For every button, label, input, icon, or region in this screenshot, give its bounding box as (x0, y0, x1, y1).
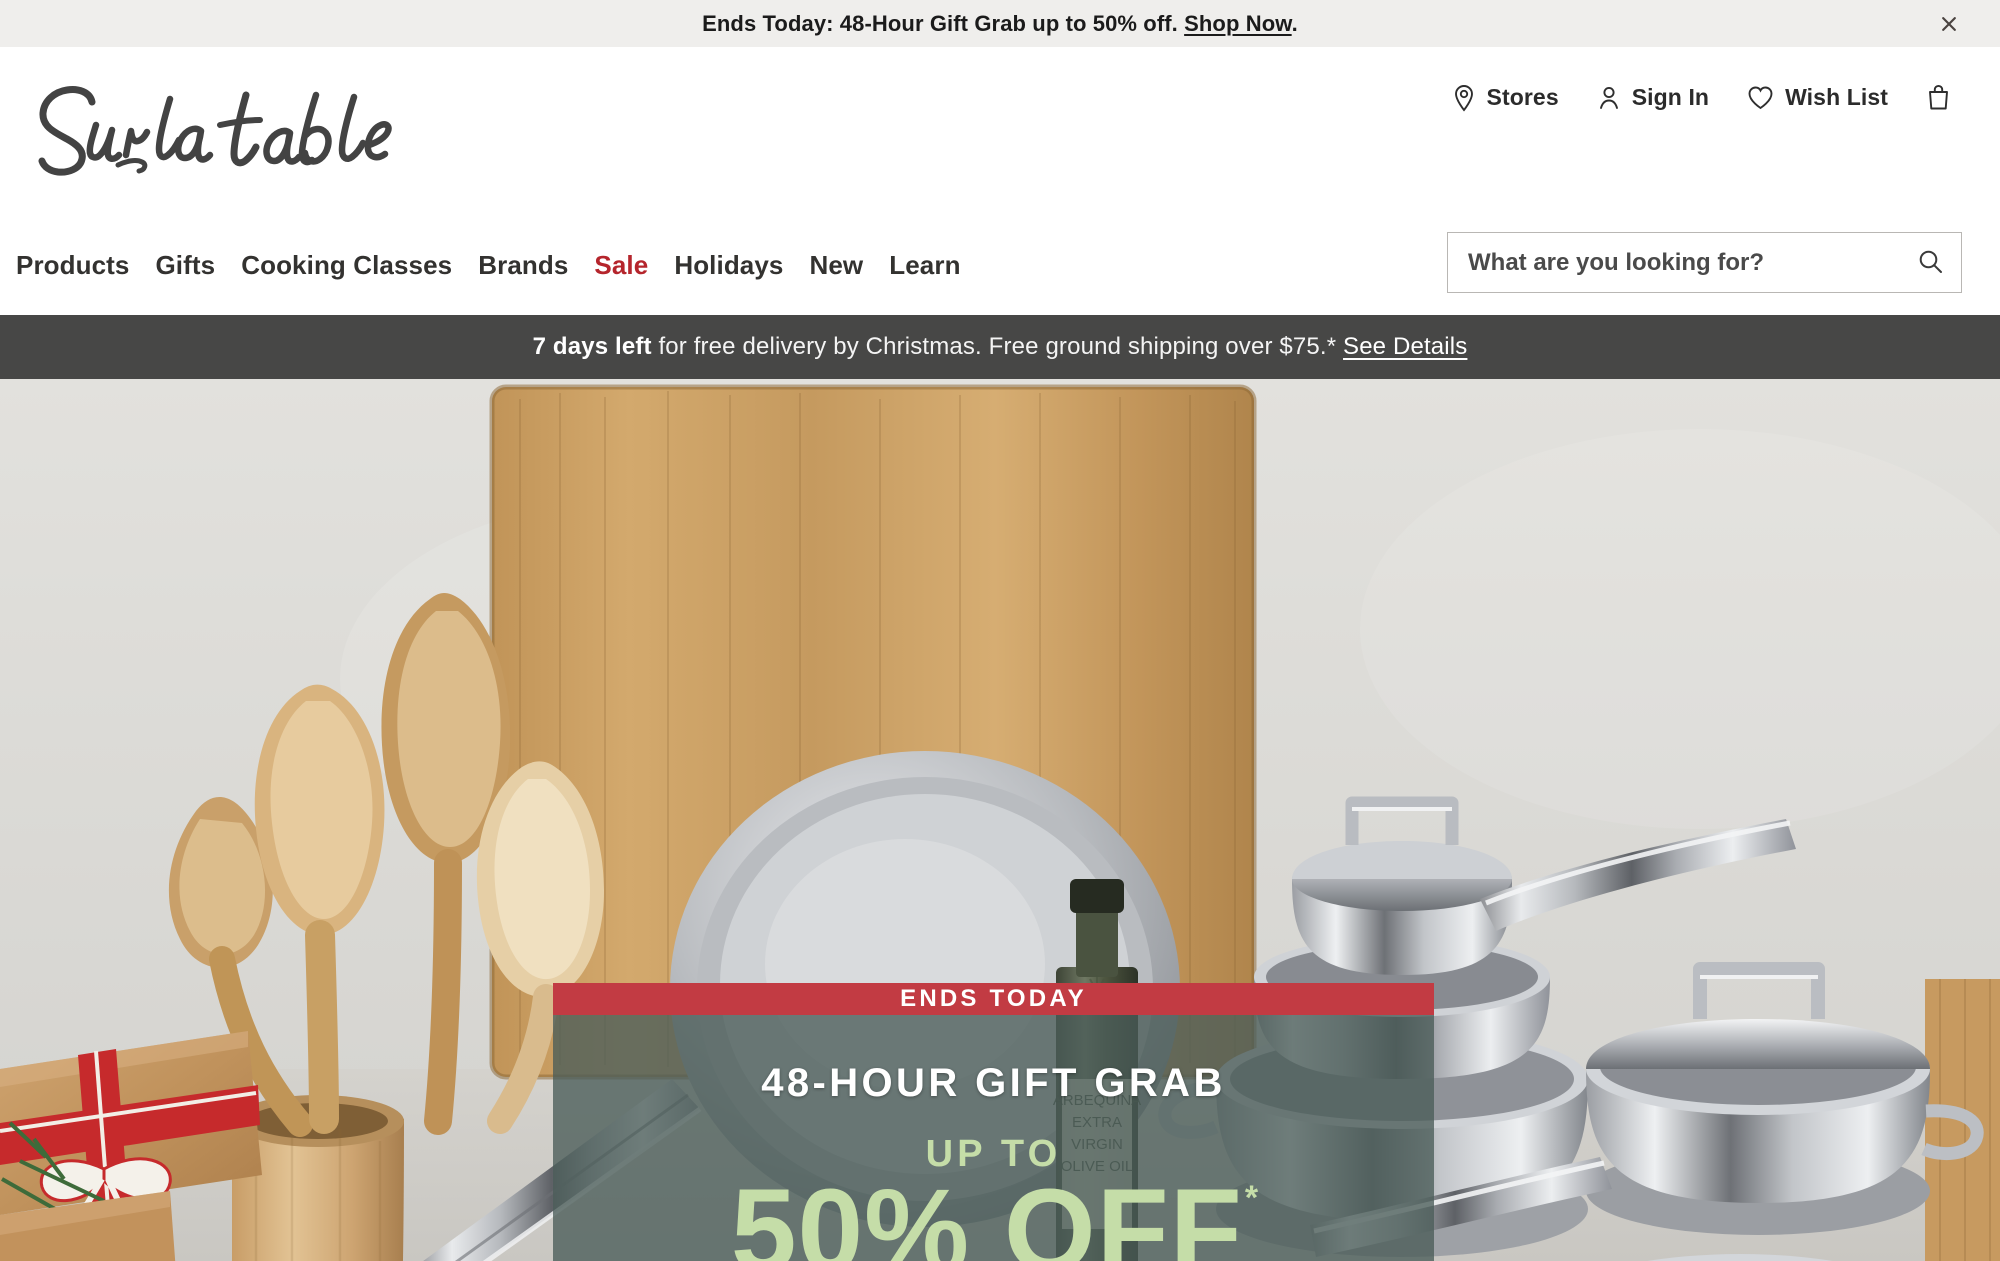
utility-item-label: Sign In (1631, 84, 1710, 110)
heart-icon (1747, 85, 1774, 111)
hero-promo-overlay[interactable]: ENDS TODAY 48-HOUR GIFT GRAB UP TO 50% O… (553, 983, 1434, 1261)
site-logo[interactable] (14, 77, 434, 182)
shipping-message-body: for free delivery by Christmas. Free gro… (651, 333, 1344, 360)
nav-item-brands[interactable]: Brands (478, 244, 594, 287)
utility-item-stores[interactable]: Stores (1452, 84, 1559, 112)
main-nav: Products Gifts Cooking Classes Brands Sa… (16, 244, 987, 287)
utility-nav: Stores Sign In Wish List (1452, 83, 1962, 112)
map-pin-icon (1452, 84, 1476, 112)
close-icon[interactable] (1936, 11, 1962, 37)
overlay-asterisk: * (1244, 1178, 1259, 1217)
shipping-banner: 7 days left for free delivery by Christm… (0, 315, 2000, 379)
search-icon (1917, 248, 1944, 278)
overlay-title: 48-HOUR GIFT GRAB (761, 1061, 1226, 1105)
hero-banner[interactable]: ARBEQUINA EXTRA VIRGIN OLIVE OIL (0, 379, 2000, 1261)
utility-item-label: Wish List (1785, 84, 1888, 110)
promo-message: Ends Today: 48-Hour Gift Grab up to 50% … (702, 11, 1298, 37)
search-input[interactable] (1448, 248, 1899, 277)
shopping-bag-icon (1926, 83, 1951, 112)
search-button[interactable] (1899, 233, 1961, 292)
overlay-ends-today-band: ENDS TODAY (553, 983, 1434, 1015)
promo-shop-now-link[interactable]: Shop Now (1184, 11, 1292, 36)
utility-item-wish-list[interactable]: Wish List (1747, 84, 1888, 111)
shipping-days-left: 7 days left (532, 333, 652, 360)
overlay-discount-value: 50% OFF (730, 1165, 1243, 1261)
nav-item-new[interactable]: New (809, 244, 889, 287)
see-details-link[interactable]: See Details (1343, 333, 1467, 360)
nav-item-holidays[interactable]: Holidays (674, 244, 809, 287)
promo-message-prefix: Ends Today: 48-Hour Gift Grab up to 50% … (702, 10, 1185, 36)
shipping-message: 7 days left for free delivery by Christm… (533, 333, 1468, 361)
nav-item-cooking-classes[interactable]: Cooking Classes (241, 244, 478, 287)
user-icon (1597, 84, 1621, 112)
search-bar[interactable] (1447, 232, 1962, 293)
overlay-discount: 50% OFF* (731, 1169, 1259, 1261)
nav-item-sale[interactable]: Sale (594, 244, 674, 287)
utility-item-label: Stores (1486, 84, 1559, 110)
utility-item-cart[interactable] (1926, 83, 1962, 112)
nav-item-gifts[interactable]: Gifts (155, 244, 241, 287)
site-header: Stores Sign In Wish List Products Gifts … (0, 47, 2000, 315)
nav-item-learn[interactable]: Learn (889, 244, 986, 287)
promo-message-suffix: . (1291, 10, 1298, 36)
top-promo-bar: Ends Today: 48-Hour Gift Grab up to 50% … (0, 0, 2000, 47)
overlay-body: 48-HOUR GIFT GRAB UP TO 50% OFF* SHOP NO… (553, 1015, 1434, 1261)
nav-item-products[interactable]: Products (16, 244, 155, 287)
overlay-band-label: ENDS TODAY (900, 985, 1087, 1012)
utility-item-sign-in[interactable]: Sign In (1597, 84, 1709, 112)
